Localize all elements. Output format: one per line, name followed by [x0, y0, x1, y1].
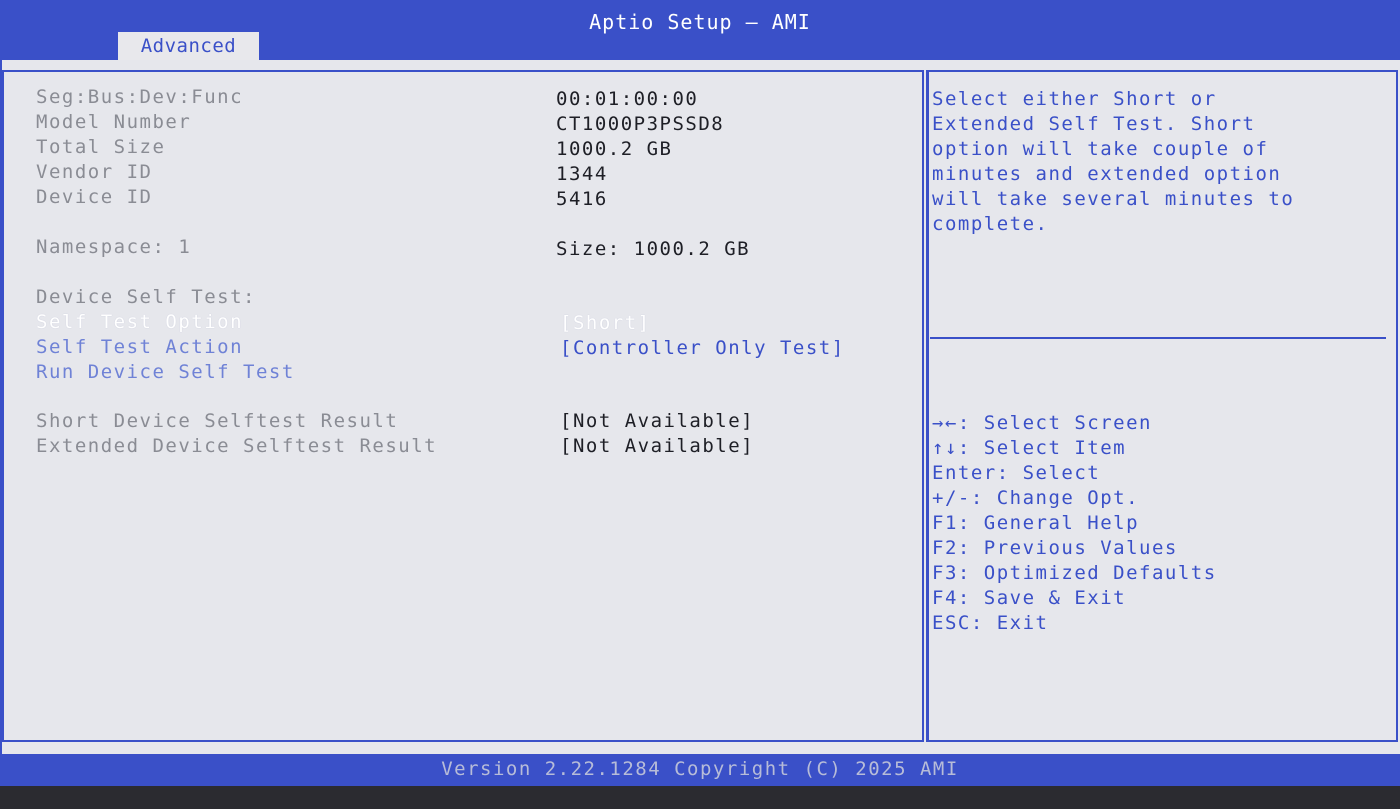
key-legend-save-exit: F4: Save & Exit	[932, 587, 1127, 609]
extended-selftest-result-label: Extended Device Selftest Result	[36, 435, 438, 457]
bios-screen: Aptio Setup – AMI Advanced Seg:Bus:Dev:F…	[0, 0, 1400, 809]
help-text-line: complete.	[932, 213, 1049, 235]
tab-advanced[interactable]: Advanced	[118, 32, 259, 60]
self-test-action-value[interactable]: [Controller Only Test]	[560, 337, 845, 359]
key-legend-optimized-defaults: F3: Optimized Defaults	[932, 562, 1217, 584]
footer-bar: Version 2.22.1284 Copyright (C) 2025 AMI	[0, 754, 1400, 786]
namespace-label: Namespace: 1	[36, 236, 192, 258]
help-text-line: will take several minutes to	[932, 188, 1295, 210]
help-divider	[930, 337, 1386, 339]
help-text-line: option will take couple of	[932, 138, 1269, 160]
info-label-device-id: Device ID	[36, 186, 153, 208]
info-label-seg-bus-dev-func: Seg:Bus:Dev:Func	[36, 86, 244, 108]
self-test-option-value[interactable]: [Short]	[560, 312, 651, 334]
key-legend-esc-exit: ESC: Exit	[932, 612, 1049, 634]
info-label-vendor-id: Vendor ID	[36, 161, 153, 183]
info-value-total-size: 1000.2 GB	[556, 138, 673, 160]
header-bar: Aptio Setup – AMI Advanced	[0, 0, 1400, 60]
info-value-seg-bus-dev-func: 00:01:00:00	[556, 88, 699, 110]
key-legend-enter: Enter: Select	[932, 462, 1101, 484]
key-legend-select-screen: →←: Select Screen	[932, 412, 1152, 434]
run-device-self-test-button[interactable]: Run Device Self Test	[36, 361, 295, 383]
help-text-line: Select either Short or	[932, 88, 1217, 110]
namespace-size-value: Size: 1000.2 GB	[556, 238, 751, 260]
self-test-action-label[interactable]: Self Test Action	[36, 336, 243, 358]
info-value-device-id: 5416	[556, 188, 608, 210]
key-legend-previous-values: F2: Previous Values	[932, 537, 1178, 559]
help-text-line: Extended Self Test. Short	[932, 113, 1256, 135]
info-value-vendor-id: 1344	[556, 163, 608, 185]
info-label-model-number: Model Number	[36, 111, 192, 133]
help-text-line: minutes and extended option	[932, 163, 1282, 185]
key-legend-general-help: F1: General Help	[932, 512, 1140, 534]
self-test-heading: Device Self Test:	[36, 286, 256, 308]
short-selftest-result-value: [Not Available]	[560, 410, 755, 432]
short-selftest-result-label: Short Device Selftest Result	[36, 410, 399, 432]
key-legend-select-item: ↑↓: Select Item	[932, 437, 1127, 459]
version-text: Version 2.22.1284 Copyright (C) 2025 AMI	[441, 758, 959, 780]
key-legend-change-opt: +/-: Change Opt.	[932, 487, 1140, 509]
app-title: Aptio Setup – AMI	[589, 10, 811, 34]
info-label-total-size: Total Size	[36, 136, 166, 158]
self-test-option-label[interactable]: Self Test Option	[36, 311, 243, 333]
extended-selftest-result-value: [Not Available]	[560, 435, 755, 457]
monitor-bezel	[0, 786, 1400, 809]
info-value-model-number: CT1000P3PSSD8	[556, 113, 725, 135]
